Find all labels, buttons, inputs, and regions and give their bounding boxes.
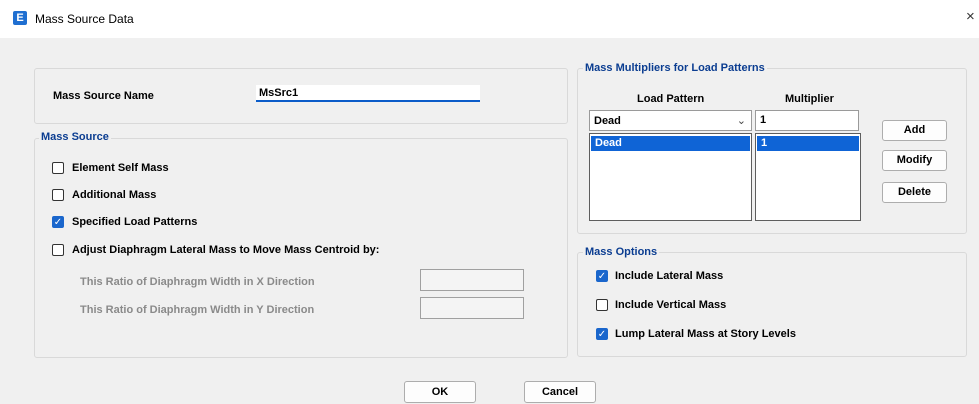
specified-load-patterns-label: Specified Load Patterns bbox=[72, 216, 198, 228]
close-icon[interactable]: × bbox=[966, 9, 975, 25]
additional-mass-label: Additional Mass bbox=[72, 189, 157, 201]
mass-options-legend: Mass Options bbox=[583, 246, 660, 259]
window-title: Mass Source Data bbox=[35, 12, 134, 26]
ratio-y-label: This Ratio of Diaphragm Width in Y Direc… bbox=[80, 304, 315, 316]
mass-source-legend: Mass Source bbox=[39, 131, 111, 144]
ratio-x-label: This Ratio of Diaphragm Width in X Direc… bbox=[80, 276, 315, 288]
element-self-mass-checkbox[interactable] bbox=[52, 162, 64, 174]
cancel-button[interactable]: Cancel bbox=[524, 381, 596, 403]
include-lateral-mass-label: Include Lateral Mass bbox=[615, 270, 724, 282]
multiplier-input[interactable]: 1 bbox=[755, 110, 859, 131]
title-bar: E Mass Source Data × bbox=[0, 0, 979, 38]
multiplier-list[interactable]: 1 bbox=[755, 133, 861, 221]
include-vertical-mass-checkbox[interactable] bbox=[596, 299, 608, 311]
load-pattern-select[interactable]: Dead ⌄ bbox=[589, 110, 752, 131]
ratio-y-input bbox=[420, 297, 524, 319]
add-button[interactable]: Add bbox=[882, 120, 947, 141]
load-pattern-select-value: Dead bbox=[594, 115, 621, 127]
mass-source-name-label: Mass Source Name bbox=[53, 90, 154, 102]
list-item[interactable]: Dead bbox=[591, 136, 750, 151]
modify-button[interactable]: Modify bbox=[882, 150, 947, 171]
specified-load-patterns-checkbox[interactable]: ✓ bbox=[52, 216, 64, 228]
ok-button[interactable]: OK bbox=[404, 381, 476, 403]
multiplier-column-header: Multiplier bbox=[785, 93, 834, 105]
adjust-diaphragm-checkbox[interactable] bbox=[52, 244, 64, 256]
check-icon: ✓ bbox=[597, 329, 607, 340]
load-pattern-column-header: Load Pattern bbox=[637, 93, 705, 105]
load-pattern-list[interactable]: Dead bbox=[589, 133, 752, 221]
include-vertical-mass-label: Include Vertical Mass bbox=[615, 299, 727, 311]
mass-multipliers-legend: Mass Multipliers for Load Patterns bbox=[583, 62, 767, 75]
include-lateral-mass-checkbox[interactable]: ✓ bbox=[596, 270, 608, 282]
additional-mass-checkbox[interactable] bbox=[52, 189, 64, 201]
chevron-down-icon: ⌄ bbox=[736, 115, 746, 127]
lump-lateral-mass-label: Lump Lateral Mass at Story Levels bbox=[615, 328, 796, 340]
delete-button[interactable]: Delete bbox=[882, 182, 947, 203]
lump-lateral-mass-checkbox[interactable]: ✓ bbox=[596, 328, 608, 340]
list-item[interactable]: 1 bbox=[757, 136, 859, 151]
check-icon: ✓ bbox=[597, 271, 607, 282]
ratio-x-input bbox=[420, 269, 524, 291]
check-icon: ✓ bbox=[53, 217, 63, 228]
adjust-diaphragm-label: Adjust Diaphragm Lateral Mass to Move Ma… bbox=[72, 244, 380, 256]
mass-source-name-input[interactable]: MsSrc1 bbox=[256, 85, 480, 102]
element-self-mass-label: Element Self Mass bbox=[72, 162, 169, 174]
app-icon: E bbox=[13, 11, 27, 25]
